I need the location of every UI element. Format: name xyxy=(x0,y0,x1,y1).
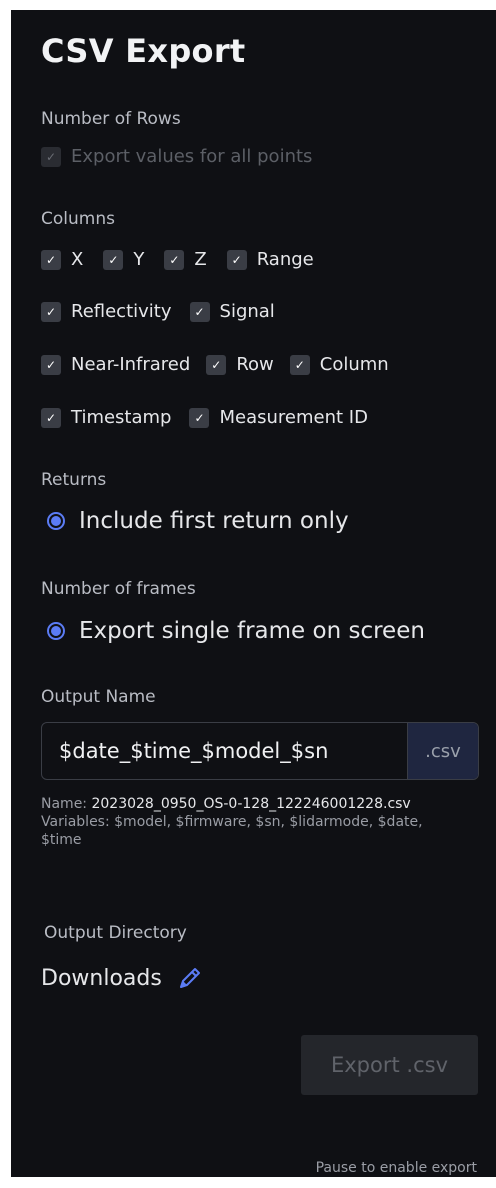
columns-row-2: ✓ Reflectivity ✓ Signal xyxy=(41,301,293,322)
output-extension-suffix: .csv xyxy=(407,723,478,779)
output-name-meta: Name: 2023028_0950_OS-0-128_122246001228… xyxy=(41,795,461,849)
frames-section-label: Number of frames xyxy=(41,579,196,599)
column-signal-option[interactable]: ✓ Signal xyxy=(189,301,275,322)
column-timestamp-option[interactable]: ✓ Timestamp xyxy=(41,407,171,428)
columns-row-3: ✓ Near-Infrared ✓ Row ✓ Column xyxy=(41,354,389,375)
output-directory-row: Downloads xyxy=(41,964,204,992)
column-measurement-id-checkbox[interactable]: ✓ xyxy=(189,407,210,428)
export-all-points-label: Export values for all points xyxy=(71,146,313,167)
pause-to-enable-note: Pause to enable export xyxy=(315,1160,477,1176)
column-column-checkbox[interactable]: ✓ xyxy=(289,354,310,375)
column-measurement-id-label: Measurement ID xyxy=(219,407,368,428)
panel-title: CSV Export xyxy=(41,32,246,70)
returns-section-label: Returns xyxy=(41,470,107,490)
column-x-checkbox[interactable]: ✓ xyxy=(41,249,61,270)
output-name-input[interactable] xyxy=(42,723,407,779)
column-reflectivity-label: Reflectivity xyxy=(71,301,172,322)
column-x-option[interactable]: ✓ X xyxy=(41,249,83,270)
column-x-label: X xyxy=(71,249,84,270)
resolved-name-line: Name: 2023028_0950_OS-0-128_122246001228… xyxy=(41,795,461,813)
output-name-field[interactable]: .csv xyxy=(41,722,479,780)
include-first-return-radio[interactable] xyxy=(47,512,65,530)
include-first-return-label: Include first return only xyxy=(79,508,349,534)
export-single-frame-radio[interactable] xyxy=(47,622,65,640)
variables-hint: Variables: $model, $firmware, $sn, $lida… xyxy=(41,814,423,848)
column-reflectivity-option[interactable]: ✓ Reflectivity xyxy=(41,301,172,322)
include-first-return-option[interactable]: Include first return only xyxy=(47,508,349,534)
export-csv-button[interactable]: Export .csv xyxy=(301,1035,478,1095)
column-near-infrared-option[interactable]: ✓ Near-Infrared xyxy=(41,354,190,375)
column-z-option[interactable]: ✓ Z xyxy=(164,249,207,270)
export-single-frame-option[interactable]: Export single frame on screen xyxy=(47,618,425,644)
column-row-checkbox[interactable]: ✓ xyxy=(206,354,227,375)
column-range-option[interactable]: ✓ Range xyxy=(226,249,314,270)
column-timestamp-checkbox[interactable]: ✓ xyxy=(41,407,61,428)
column-y-label: Y xyxy=(133,249,145,270)
column-row-label: Row xyxy=(236,354,274,375)
resolved-name-prefix: Name: xyxy=(41,796,92,812)
columns-row-4: ✓ Timestamp ✓ Measurement ID xyxy=(41,407,386,428)
columns-row-1: ✓ X ✓ Y ✓ Z ✓ Range xyxy=(41,249,332,270)
export-all-points-checkbox[interactable]: ✓ xyxy=(41,146,61,167)
radio-selected-dot xyxy=(51,516,61,526)
column-reflectivity-checkbox[interactable]: ✓ xyxy=(41,301,61,322)
column-row-option[interactable]: ✓ Row xyxy=(206,354,274,375)
column-range-label: Range xyxy=(256,249,314,270)
export-all-points-option[interactable]: ✓ Export values for all points xyxy=(41,146,330,167)
column-timestamp-label: Timestamp xyxy=(71,407,172,428)
column-column-option[interactable]: ✓ Column xyxy=(289,354,389,375)
column-z-label: Z xyxy=(194,249,207,270)
rows-section-label: Number of Rows xyxy=(41,109,181,129)
column-near-infrared-checkbox[interactable]: ✓ xyxy=(41,354,61,375)
radio-selected-dot xyxy=(51,626,61,636)
export-single-frame-label: Export single frame on screen xyxy=(79,618,425,644)
csv-export-panel: CSV Export Number of Rows ✓ Export value… xyxy=(11,10,496,1177)
column-column-label: Column xyxy=(319,354,389,375)
column-y-checkbox[interactable]: ✓ xyxy=(103,249,124,270)
columns-section-label: Columns xyxy=(41,209,115,229)
column-signal-label: Signal xyxy=(219,301,275,322)
output-directory-value: Downloads xyxy=(41,965,162,991)
column-range-checkbox[interactable]: ✓ xyxy=(226,249,247,270)
output-name-label: Output Name xyxy=(41,687,156,707)
column-measurement-id-option[interactable]: ✓ Measurement ID xyxy=(189,407,368,428)
column-signal-checkbox[interactable]: ✓ xyxy=(189,301,210,322)
output-directory-label: Output Directory xyxy=(44,923,187,943)
resolved-filename: 2023028_0950_OS-0-128_122246001228.csv xyxy=(91,796,411,812)
column-near-infrared-label: Near-Infrared xyxy=(71,354,191,375)
column-z-checkbox[interactable]: ✓ xyxy=(164,249,185,270)
column-y-option[interactable]: ✓ Y xyxy=(103,249,144,270)
pencil-icon[interactable] xyxy=(176,964,204,992)
